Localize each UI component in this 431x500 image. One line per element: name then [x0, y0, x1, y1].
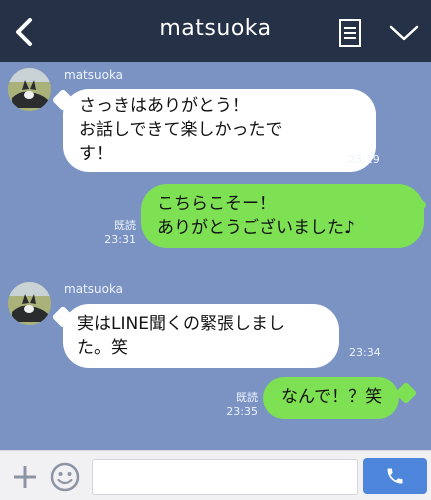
input-bar	[0, 450, 431, 500]
message-input[interactable]	[92, 459, 358, 495]
sender-name: matsuoka	[64, 68, 124, 82]
emoji-button[interactable]	[48, 460, 82, 494]
sender-name: matsuoka	[64, 282, 124, 296]
phone-icon	[387, 468, 403, 484]
call-button[interactable]	[363, 458, 427, 494]
add-attachment-button[interactable]	[8, 460, 42, 494]
notes-icon	[339, 19, 361, 47]
notes-button[interactable]	[335, 18, 365, 48]
dog-avatar-icon	[8, 68, 51, 111]
message-bubble-incoming[interactable]: さっきはありがとう！ お話しできて楽しかったで す！	[63, 89, 376, 172]
message-list[interactable]: matsuoka さっきはありがとう！ お話しできて楽しかったで す！ 23:1…	[0, 62, 431, 450]
message-meta: 既読 23:31	[100, 219, 136, 247]
chat-title: matsuoka	[159, 16, 272, 41]
plus-icon	[14, 466, 36, 488]
message-time: 23:35	[226, 405, 258, 418]
dog-avatar-icon	[8, 282, 51, 325]
message-time: 23:19	[348, 153, 380, 166]
message-time: 23:34	[349, 346, 381, 359]
message-meta: 既読 23:35	[222, 391, 258, 419]
message-time: 23:31	[104, 233, 136, 246]
message-bubble-outgoing[interactable]: こちらこそー！ ありがとうございました♪	[141, 184, 424, 248]
chat-app: matsuoka matsuoka さっきはありがとう！ お話しできて楽しかった…	[0, 0, 431, 500]
message-bubble-incoming[interactable]: 実はLINE聞くの緊張しまし た。笑	[63, 304, 339, 368]
chevron-down-icon	[389, 25, 419, 41]
message-bubble-outgoing[interactable]: なんで！？笑	[263, 377, 399, 419]
read-receipt: 既読	[114, 219, 136, 232]
menu-toggle-button[interactable]	[384, 18, 424, 48]
read-receipt: 既読	[236, 391, 258, 404]
smiley-icon	[50, 462, 80, 492]
header-bar: matsuoka	[0, 0, 431, 62]
avatar[interactable]	[8, 282, 51, 325]
avatar[interactable]	[8, 68, 51, 111]
